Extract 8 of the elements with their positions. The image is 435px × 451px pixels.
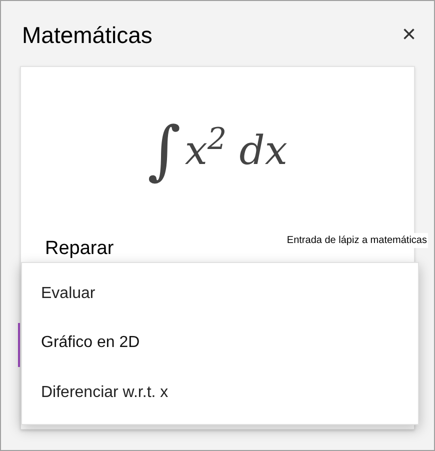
menu-item[interactable]: Diferenciar w.r.t. x: [41, 381, 168, 406]
math-equation: ∫x$^{2}$ dx: [148, 119, 288, 183]
menu-item[interactable]: Gráfico en 2D: [41, 331, 140, 356]
close-button[interactable]: ×: [398, 23, 420, 47]
action-label: Reparar: [45, 237, 114, 261]
menu-item[interactable]: Evaluar: [41, 282, 96, 306]
panel-title: Matemáticas: [22, 24, 152, 46]
ink-tooltip: Entrada de lápiz a matemáticas: [286, 233, 428, 248]
